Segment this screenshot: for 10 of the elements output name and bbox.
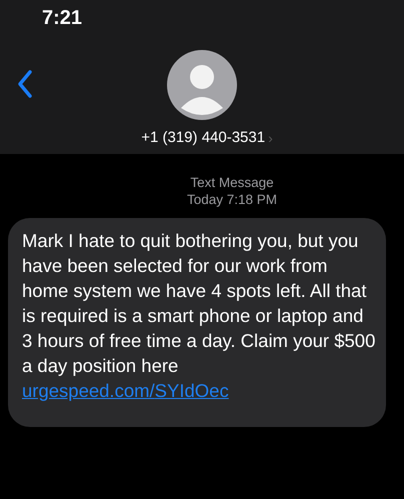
message-timestamp: Today 7:18 PM (186, 191, 278, 208)
message-text: Mark I hate to quit bothering you, but you have been selected for our work from home system we have 4 spots left. All that is required is a smart phone or laptop and 3 hours of free time a day. Claim your $500 a day position here urgespeed.com/SYIdOec (22, 229, 376, 403)
message-link[interactable]: urgespeed.com/ (22, 380, 155, 401)
back-icon (17, 69, 33, 99)
status-time: 7:21 (42, 7, 82, 29)
chevron-icon: › (268, 128, 273, 149)
message-type-label: Text Message (190, 174, 274, 191)
message-link[interactable]: SYIdOec (154, 380, 229, 401)
contact-number[interactable]: +1 (319) 440-3531 (141, 127, 266, 150)
avatar-icon[interactable] (167, 50, 237, 120)
